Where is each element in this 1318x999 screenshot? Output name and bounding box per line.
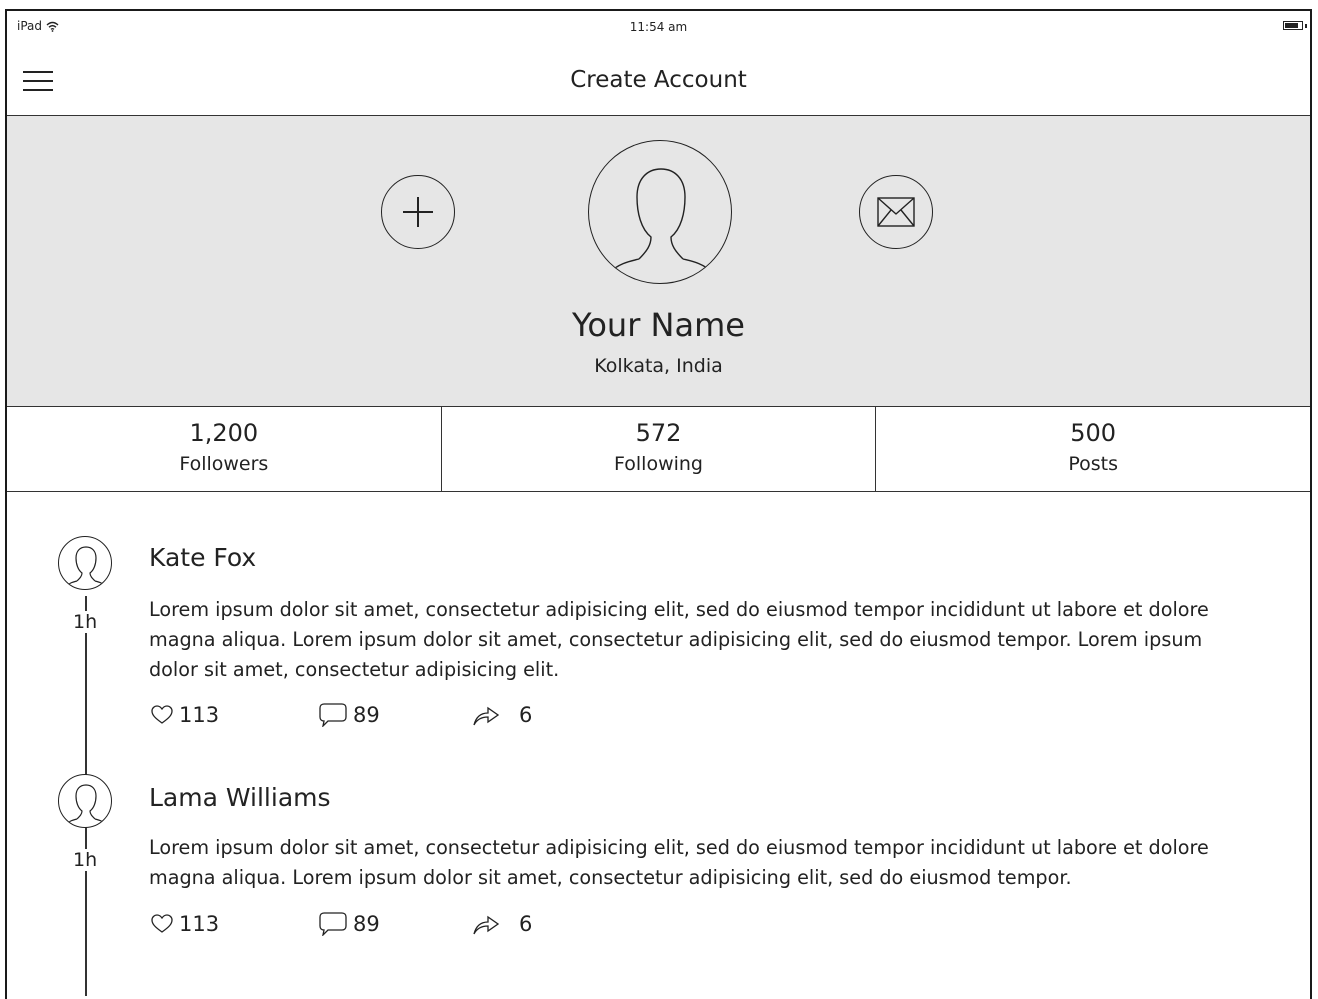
ipad-frame: iPad 11:54 am Create Account Your Name K… [5, 9, 1312, 999]
profile-stats: 1,200 Followers 572 Following 500 Posts [7, 407, 1310, 492]
post-avatar[interactable] [58, 774, 112, 828]
battery-tip [1305, 24, 1307, 28]
page-title: Create Account [570, 67, 747, 93]
stat-label: Followers [179, 453, 269, 475]
like-button[interactable]: 113 [151, 912, 319, 936]
heart-icon [151, 914, 173, 933]
profile-location: Kolkata, India [594, 355, 723, 377]
user-silhouette-icon [64, 784, 108, 826]
stat-value: 572 [635, 419, 682, 447]
status-time: 11:54 am [629, 20, 688, 34]
user-silhouette-icon [64, 546, 108, 588]
comment-button[interactable]: 89 [319, 703, 473, 727]
envelope-icon [877, 197, 915, 227]
add-friend-button[interactable] [381, 175, 455, 249]
stat-value: 1,200 [189, 419, 259, 447]
stat-followers[interactable]: 1,200 Followers [7, 407, 441, 491]
battery-level [1285, 23, 1298, 28]
comment-icon [319, 703, 347, 727]
stat-label: Posts [1068, 453, 1118, 475]
user-silhouette-icon [608, 168, 714, 274]
share-count: 6 [519, 703, 533, 727]
post-author[interactable]: Kate Fox [149, 543, 256, 572]
comment-button[interactable]: 89 [319, 912, 473, 936]
like-button[interactable]: 113 [151, 703, 319, 727]
post-text: Lorem ipsum dolor sit amet, consectetur … [149, 598, 1209, 681]
share-button[interactable]: 6 [473, 703, 532, 727]
heart-icon [151, 705, 173, 724]
battery-icon [1283, 21, 1303, 30]
like-count: 113 [179, 703, 220, 727]
share-button[interactable]: 6 [473, 912, 532, 936]
comment-count: 89 [353, 912, 380, 936]
navigation-bar: Create Account [7, 51, 1310, 116]
post-timestamp: 1h [71, 611, 100, 633]
stat-posts[interactable]: 500 Posts [875, 407, 1310, 491]
post-author[interactable]: Lama Williams [149, 783, 331, 812]
share-count: 6 [519, 912, 533, 936]
comment-icon [319, 912, 347, 936]
stat-following[interactable]: 572 Following [440, 407, 876, 491]
post-timestamp: 1h [71, 849, 100, 871]
like-count: 113 [179, 912, 220, 936]
share-icon [473, 706, 499, 726]
comment-count: 89 [353, 703, 380, 727]
plus-icon [403, 197, 433, 227]
post-actions: 113 89 6 [151, 912, 532, 936]
message-button[interactable] [859, 175, 933, 249]
share-icon [473, 915, 499, 935]
post-text: Lorem ipsum dolor sit amet, consectetur … [149, 836, 1209, 889]
profile-header: Your Name Kolkata, India [7, 116, 1310, 407]
post-actions: 113 89 6 [151, 703, 532, 727]
post-avatar[interactable] [58, 536, 112, 590]
profile-name: Your Name [572, 306, 745, 344]
stat-value: 500 [1070, 419, 1117, 447]
stat-label: Following [614, 453, 703, 475]
profile-avatar[interactable] [588, 140, 732, 284]
